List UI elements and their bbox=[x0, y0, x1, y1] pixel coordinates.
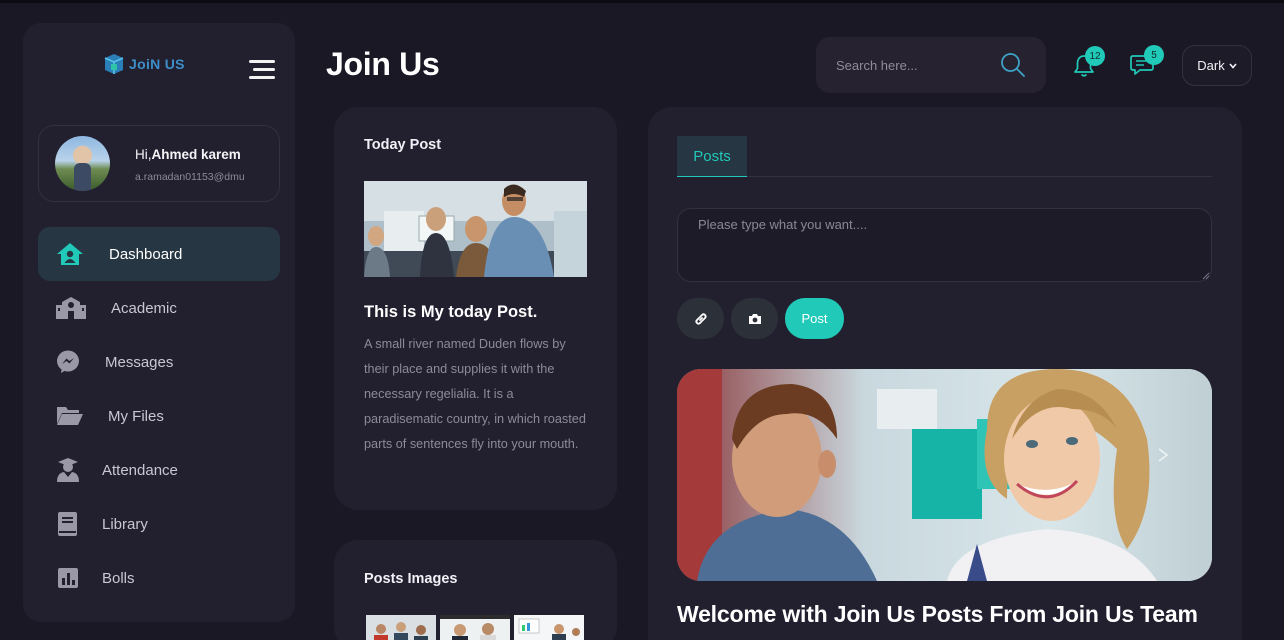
card-title: Posts Images bbox=[364, 571, 458, 587]
sidebar-item-label: My Files bbox=[108, 407, 164, 425]
post-button[interactable]: Post bbox=[785, 298, 844, 339]
search-input[interactable] bbox=[836, 55, 986, 75]
posts-images-card: Posts Images bbox=[334, 540, 617, 640]
sidebar-item-library[interactable]: Library bbox=[38, 497, 280, 551]
search-bar bbox=[816, 37, 1046, 93]
posts-tabs: Posts bbox=[677, 136, 1212, 177]
folder-open-icon bbox=[56, 404, 84, 428]
top-edge bbox=[0, 0, 1284, 3]
tab-posts[interactable]: Posts bbox=[677, 136, 747, 177]
sidebar-item-label: Bolls bbox=[102, 569, 135, 587]
today-post-card: Today Post This is My today Post. A smal… bbox=[334, 107, 617, 510]
messages-button[interactable]: 5 bbox=[1130, 45, 1164, 77]
gallery-thumbnail[interactable] bbox=[366, 615, 436, 640]
school-icon bbox=[56, 296, 86, 320]
today-post-image bbox=[364, 181, 587, 277]
user-profile-card[interactable]: Hi,Ahmed karem a.ramadan01153@dmu bbox=[38, 125, 280, 202]
sidebar-item-bolls[interactable]: Bolls bbox=[38, 551, 280, 605]
today-post-heading: This is My today Post. bbox=[364, 303, 538, 321]
posts-card: Posts Post bbox=[648, 107, 1242, 640]
search-icon[interactable] bbox=[1000, 52, 1026, 78]
logo-mark-icon bbox=[103, 53, 125, 75]
sidebar-item-academic[interactable]: Academic bbox=[38, 281, 280, 335]
app-logo[interactable]: JoiN US bbox=[103, 53, 185, 75]
messenger-icon bbox=[56, 350, 84, 374]
post-hero-image bbox=[677, 369, 1212, 581]
posts-images-gallery bbox=[366, 615, 584, 640]
card-title: Today Post bbox=[364, 137, 442, 153]
sidebar-item-label: Academic bbox=[111, 299, 177, 317]
sidebar-item-my-files[interactable]: My Files bbox=[38, 389, 280, 443]
user-email: a.ramadan01153@dmu bbox=[135, 171, 245, 183]
messages-badge: 5 bbox=[1144, 45, 1164, 65]
welcome-heading: Welcome with Join Us Posts From Join Us … bbox=[677, 601, 1198, 627]
menu-toggle-icon[interactable] bbox=[249, 60, 275, 82]
sidebar: JoiN US Hi,Ahmed karem a.ramadan01153@dm… bbox=[23, 23, 295, 622]
resize-grip-icon[interactable] bbox=[1202, 272, 1210, 280]
attach-photo-button[interactable] bbox=[731, 298, 778, 339]
page-title: Join Us bbox=[326, 46, 440, 82]
house-user-icon bbox=[56, 242, 84, 266]
sidebar-item-label: Attendance bbox=[102, 461, 178, 479]
link-icon bbox=[694, 312, 707, 325]
notifications-button[interactable]: 12 bbox=[1072, 46, 1105, 78]
user-graduate-icon bbox=[56, 458, 84, 482]
logo-text: JoiN US bbox=[129, 56, 185, 72]
gallery-thumbnail[interactable] bbox=[440, 615, 510, 640]
user-greeting: Hi,Ahmed karem bbox=[135, 147, 241, 162]
chevron-down-icon bbox=[1229, 62, 1237, 69]
sidebar-item-label: Library bbox=[102, 515, 148, 533]
book-icon bbox=[56, 512, 84, 536]
sidebar-item-label: Dashboard bbox=[109, 245, 183, 263]
gallery-thumbnail[interactable] bbox=[514, 615, 584, 640]
avatar bbox=[55, 136, 110, 191]
camera-icon bbox=[748, 313, 761, 324]
user-name: Ahmed karem bbox=[151, 147, 241, 162]
sidebar-item-attendance[interactable]: Attendance bbox=[38, 443, 280, 497]
poll-chart-icon bbox=[56, 566, 84, 590]
attach-link-button[interactable] bbox=[677, 298, 724, 339]
sidebar-item-dashboard[interactable]: Dashboard bbox=[38, 227, 280, 281]
sidebar-item-label: Messages bbox=[105, 353, 174, 371]
today-post-body: A small river named Duden flows by their… bbox=[364, 337, 586, 451]
sidebar-item-messages[interactable]: Messages bbox=[38, 335, 280, 389]
notifications-badge: 12 bbox=[1085, 46, 1105, 66]
theme-dropdown[interactable]: Dark bbox=[1182, 45, 1252, 86]
theme-label: Dark bbox=[1197, 58, 1225, 73]
sidebar-nav: Dashboard Academic Messages My Files Att… bbox=[38, 227, 280, 605]
post-composer-input[interactable] bbox=[677, 208, 1212, 282]
